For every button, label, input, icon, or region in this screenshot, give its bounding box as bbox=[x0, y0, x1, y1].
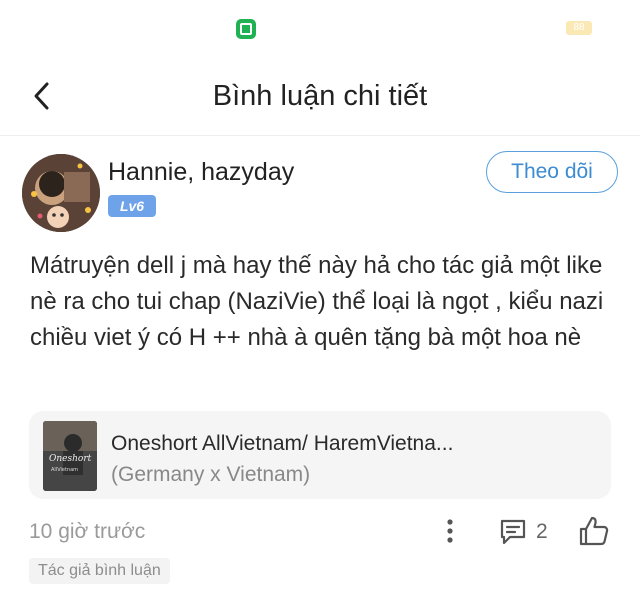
story-cover-title: Oneshort bbox=[49, 454, 92, 464]
more-button[interactable] bbox=[437, 516, 463, 546]
avatar[interactable] bbox=[22, 154, 100, 232]
status-badge: 88 bbox=[566, 21, 592, 35]
more-vertical-icon bbox=[447, 519, 453, 543]
story-card[interactable]: Oneshort AllVietnam Oneshort AllVietnam/… bbox=[29, 411, 611, 499]
username[interactable]: Hannie, hazyday bbox=[108, 158, 294, 187]
comment-header: Hannie, hazyday Lv6 Theo dõi bbox=[0, 146, 640, 238]
follow-button[interactable]: Theo dõi bbox=[486, 151, 618, 193]
story-cover: Oneshort AllVietnam bbox=[43, 421, 97, 491]
reply-count: 2 bbox=[536, 520, 548, 543]
story-title: Oneshort AllVietnam/ HaremVietna... bbox=[111, 432, 454, 455]
reply-button[interactable]: 2 bbox=[498, 516, 558, 546]
comment-icon bbox=[500, 519, 526, 545]
author-tag: Tác giả bình luận bbox=[29, 558, 170, 584]
app-header: Bình luận chi tiết bbox=[0, 56, 640, 136]
like-button[interactable] bbox=[577, 514, 611, 548]
page-title: Bình luận chi tiết bbox=[212, 80, 428, 112]
story-subtitle: (Germany x Vietnam) bbox=[111, 463, 311, 486]
story-cover-subtitle: AllVietnam bbox=[51, 467, 78, 473]
comment-footer: 10 giờ trước 2 bbox=[0, 512, 640, 552]
shop-app-icon bbox=[236, 19, 256, 39]
status-bar: 88 bbox=[0, 0, 640, 56]
comment-text: Mátruyện dell j mà hay thế này hả cho tá… bbox=[30, 252, 604, 351]
timestamp: 10 giờ trước bbox=[29, 520, 146, 543]
thumbs-up-icon bbox=[579, 516, 609, 546]
level-badge: Lv6 bbox=[108, 195, 156, 217]
